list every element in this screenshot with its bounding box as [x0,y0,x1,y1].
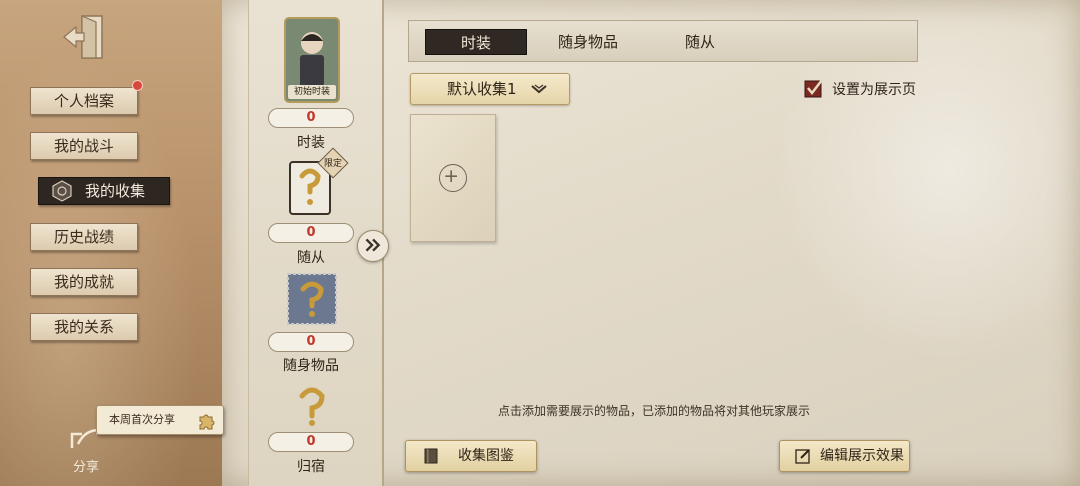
sidebar-item-battle[interactable]: 我的战斗 [30,132,138,160]
outfit-card-caption: 初始时装 [293,87,330,97]
sidebar-item-collection[interactable]: 我的收集 [38,177,170,205]
share-tooltip: 本周首次分享 [96,405,224,435]
edit-display-button[interactable]: 编辑展示效果 [779,440,910,472]
follower-label: 随从 [297,250,325,266]
share-tip-text: 本周首次分享 [109,413,175,426]
accessory-label: 随身物品 [283,358,339,374]
destination-counter: 0 [268,432,354,452]
sidebar-item-history[interactable]: 历史战绩 [30,223,138,251]
plus-icon [439,164,467,192]
showcase-checkbox[interactable] [804,78,824,98]
chevron-down-icon [531,84,547,94]
hint-text: 点击添加需要展示的物品，已添加的物品将对其他玩家展示 [498,404,811,418]
accessory-counter: 0 [268,332,354,352]
sidebar-item-relations[interactable]: 我的关系 [30,313,138,341]
collection-badge-icon [52,180,72,202]
outfit-label: 时装 [297,135,325,151]
sidebar-item-profile[interactable]: 个人档案 [30,87,138,115]
edit-icon [795,449,810,464]
add-item-slot[interactable] [410,114,496,242]
collection-dropdown-value: 默认收集1 [447,80,517,98]
showcase-label: 设置为展示页 [832,82,916,98]
destination-card-image[interactable] [292,382,332,428]
exit-icon[interactable] [60,12,108,62]
outfit-counter: 0 [268,108,354,128]
puzzle-icon [199,414,215,430]
catalog-button[interactable]: 收集图鉴 [405,440,537,472]
edit-display-button-label: 编辑展示效果 [820,448,904,464]
catalog-button-label: 收集图鉴 [458,448,514,464]
notification-dot [132,80,143,91]
follower-counter: 0 [268,223,354,243]
tab-follower[interactable]: 随从 [649,29,751,55]
destination-label: 归宿 [297,459,325,475]
tab-outfit[interactable]: 时装 [425,29,527,55]
sidebar-item-achievements[interactable]: 我的成就 [30,268,138,296]
share-label[interactable]: 分享 [73,456,99,475]
sidebar-item-label: 我的收集 [85,182,146,200]
expand-button[interactable] [357,230,389,262]
limited-badge-text: 限定 [323,159,342,169]
tab-accessory[interactable]: 随身物品 [537,29,639,55]
book-icon [424,448,438,464]
accessory-card-image[interactable] [287,273,337,325]
tab-bar: 时装 随身物品 随从 [408,20,918,62]
collection-dropdown[interactable]: 默认收集1 [410,73,570,105]
double-chevron-right-icon [365,238,381,252]
